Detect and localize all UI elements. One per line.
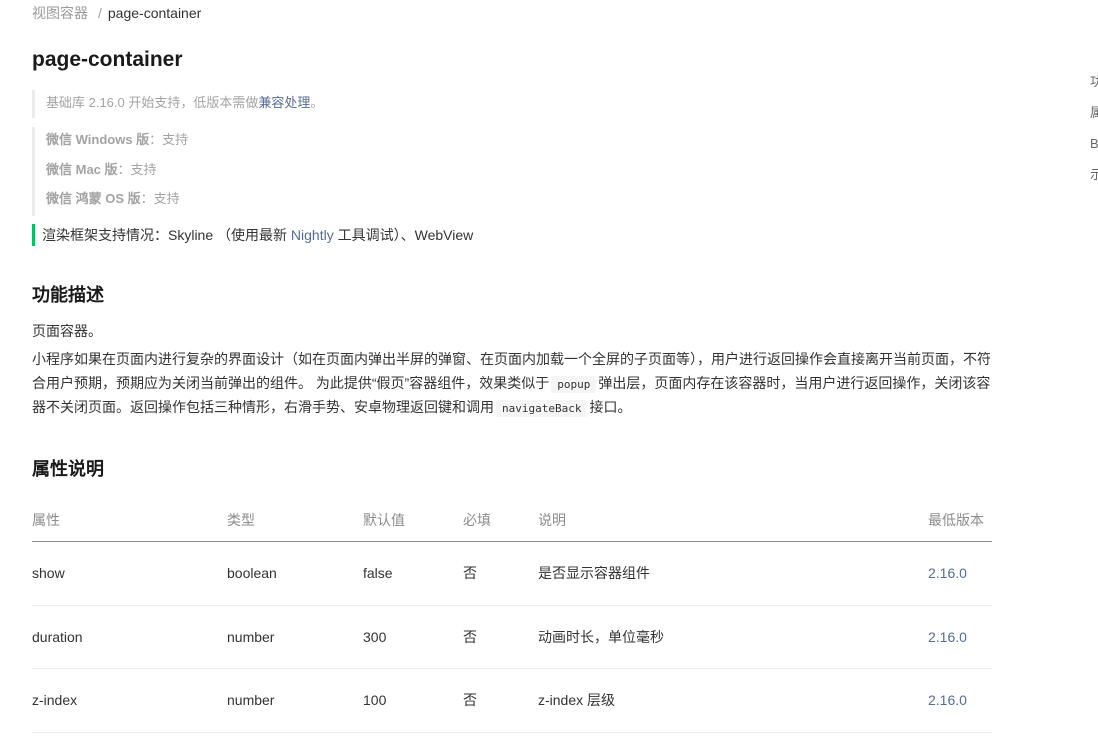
breadcrumb-current: page-container bbox=[107, 5, 202, 21]
code-popup: popup bbox=[551, 375, 597, 393]
cell-required: 否 bbox=[463, 565, 477, 581]
render-support-note: 渲染框架支持情况：Skyline （使用最新 Nightly 工具调试）、Web… bbox=[32, 224, 473, 246]
cell-desc: 是否显示容器组件 bbox=[538, 565, 650, 581]
cell-default: 100 bbox=[363, 692, 387, 708]
header-name: 属性 bbox=[32, 512, 60, 528]
header-type: 类型 bbox=[227, 512, 255, 528]
platform-name: 微信 Windows 版 bbox=[46, 132, 150, 147]
description-text-3: 接口。 bbox=[589, 399, 632, 415]
cell-type: number bbox=[227, 628, 275, 645]
platform-row-mac: 微信 Mac 版：支持 bbox=[46, 157, 546, 187]
platform-row-harmony: 微信 鸿蒙 OS 版：支持 bbox=[46, 186, 546, 216]
attributes-table: 属性 类型 默认值 必填 说明 最低版本 show boolean false … bbox=[32, 498, 992, 733]
cell-desc: 动画时长，单位毫秒 bbox=[538, 628, 664, 645]
cell-name: z-index bbox=[32, 692, 78, 708]
table-row: z-index number 100 否 z-index 层级 2.16.0 bbox=[32, 669, 992, 733]
doc-page: 视图容器 / page-container page-container 基础库 2… bbox=[0, 0, 1098, 746]
side-toc: 功 属 B 示 bbox=[1090, 70, 1098, 194]
toc-item[interactable]: 示 bbox=[1090, 163, 1098, 194]
cell-version-link[interactable]: 2.16.0 bbox=[928, 606, 967, 668]
header-default: 默认值 bbox=[363, 512, 405, 528]
header-desc: 说明 bbox=[538, 512, 566, 528]
toc-item[interactable]: 功 bbox=[1090, 70, 1098, 101]
code-navigateback: navigateBack bbox=[496, 400, 588, 417]
compat-link[interactable]: 兼容处理 bbox=[258, 95, 310, 110]
platform-support-note: 微信 Windows 版：支持 微信 Mac 版：支持 微信 鸿蒙 OS 版：支… bbox=[32, 127, 546, 216]
page-title: page-container bbox=[32, 48, 183, 71]
table-row: show boolean false 否 是否显示容器组件 2.16.0 bbox=[32, 542, 992, 606]
render-support-suffix: 工具调试）、WebView bbox=[333, 227, 474, 243]
render-support-prefix: 渲染框架支持情况：Skyline （使用最新 bbox=[42, 227, 291, 243]
table-header-row: 属性 类型 默认值 必填 说明 最低版本 bbox=[32, 498, 992, 542]
toc-item[interactable]: B bbox=[1090, 132, 1098, 163]
since-note-text: 基础库 2.16.0 开始支持，低版本需做 bbox=[46, 95, 259, 110]
toc-item[interactable]: 属 bbox=[1090, 101, 1098, 132]
since-note-suffix: 。 bbox=[310, 95, 324, 110]
platform-row-windows: 微信 Windows 版：支持 bbox=[46, 127, 546, 157]
cell-default: false bbox=[363, 565, 393, 581]
cell-name: show bbox=[32, 565, 65, 581]
breadcrumb-separator: / bbox=[98, 5, 102, 21]
cell-type: number bbox=[227, 692, 275, 708]
header-version: 最低版本 bbox=[928, 512, 984, 528]
nightly-link[interactable]: Nightly bbox=[291, 227, 334, 243]
since-note: 基础库 2.16.0 开始支持，低版本需做兼容处理。 bbox=[32, 90, 323, 118]
platform-name: 微信 Mac 版 bbox=[46, 161, 118, 177]
cell-version-link[interactable]: 2.16.0 bbox=[928, 542, 967, 604]
breadcrumb: 视图容器 / page-container bbox=[32, 4, 201, 22]
cell-required: 否 bbox=[463, 692, 477, 708]
platform-value: ：支持 bbox=[117, 161, 157, 177]
platform-value: ：支持 bbox=[149, 132, 189, 147]
header-required: 必填 bbox=[463, 512, 491, 528]
cell-desc: z-index 层级 bbox=[538, 692, 616, 708]
cell-name: duration bbox=[32, 628, 83, 645]
cell-version-link[interactable]: 2.16.0 bbox=[928, 669, 967, 731]
description-long: 小程序如果在页面内进行复杂的界面设计（如在页面内弹出半屏的弹窗、在页面内加载一个… bbox=[32, 348, 992, 421]
cell-type: boolean bbox=[227, 565, 277, 581]
description-short: 页面容器。 bbox=[32, 323, 102, 339]
cell-default: 300 bbox=[363, 628, 387, 645]
breadcrumb-parent-link[interactable]: 视图容器 bbox=[32, 5, 88, 21]
section-title-attributes: 属性说明 bbox=[32, 459, 104, 479]
platform-value: ：支持 bbox=[140, 191, 180, 206]
cell-required: 否 bbox=[463, 628, 477, 645]
section-title-description: 功能描述 bbox=[32, 285, 104, 305]
table-row: duration number 300 否 动画时长，单位毫秒 2.16.0 bbox=[32, 606, 992, 669]
platform-name: 微信 鸿蒙 OS 版 bbox=[46, 191, 141, 206]
